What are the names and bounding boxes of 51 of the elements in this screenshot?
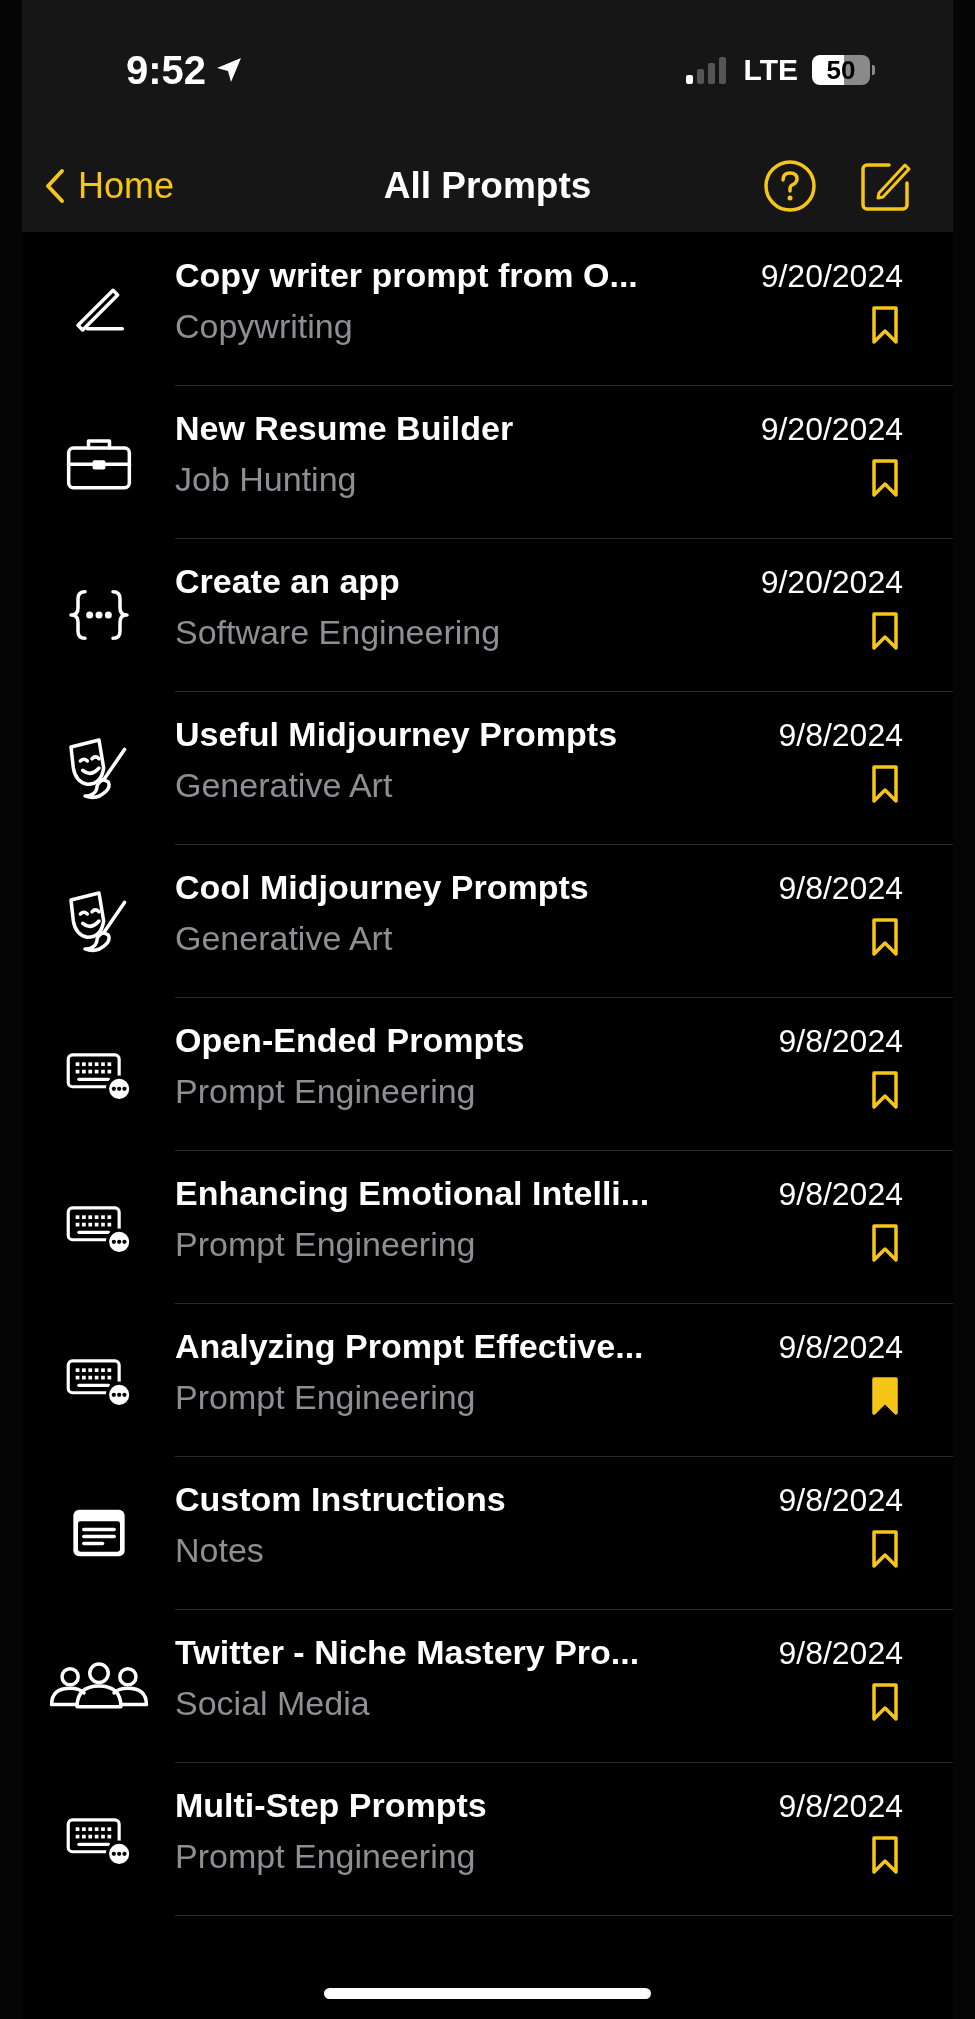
prompt-date: 9/8/2024 — [778, 1634, 903, 1672]
bookmark-icon[interactable] — [871, 916, 899, 957]
nav-title: All Prompts — [383, 165, 592, 206]
bookmark-icon[interactable] — [871, 1528, 899, 1569]
prompt-category: Software Engineering — [175, 613, 502, 652]
prompt-date: 9/8/2024 — [778, 1022, 903, 1060]
status-time: 9:52 — [126, 47, 207, 93]
bookmark-icon[interactable] — [871, 1069, 899, 1110]
prompt-title[interactable]: Enhancing Emotional Intelli... — [175, 1174, 779, 1213]
prompt-title[interactable]: Cool Midjourney Prompts — [175, 868, 779, 907]
prompt-title[interactable]: Copy writer prompt from O... — [175, 256, 761, 295]
prompt-date: 9/8/2024 — [778, 1328, 903, 1366]
prompt-category: Generative Art — [175, 766, 394, 805]
prompt-title[interactable]: Open-Ended Prompts — [175, 1021, 779, 1060]
bookmark-icon[interactable] — [871, 1222, 899, 1263]
prompt-title[interactable]: Multi-Step Prompts — [175, 1786, 779, 1825]
bookmark-icon[interactable] — [871, 457, 899, 498]
prompt-category: Prompt Engineering — [175, 1225, 477, 1264]
prompt-title[interactable]: Custom Instructions — [175, 1480, 779, 1519]
prompt-title[interactable]: Create an app — [175, 562, 761, 601]
prompt-date: 9/20/2024 — [760, 410, 903, 448]
prompt-date: 9/8/2024 — [778, 716, 903, 754]
bookmark-icon[interactable] — [871, 610, 899, 651]
prompt-date: 9/8/2024 — [778, 1481, 903, 1519]
prompt-date: 9/20/2024 — [760, 257, 903, 295]
prompt-category: Prompt Engineering — [175, 1072, 477, 1111]
prompt-date: 9/8/2024 — [778, 1787, 903, 1825]
prompt-date: 9/20/2024 — [760, 563, 903, 601]
prompt-date: 9/8/2024 — [778, 869, 903, 907]
prompt-category: Prompt Engineering — [175, 1378, 477, 1417]
bookmark-icon[interactable] — [871, 304, 899, 345]
bookmark-icon[interactable] — [871, 1375, 899, 1416]
bookmark-icon[interactable] — [871, 1834, 899, 1875]
help-icon[interactable] — [763, 159, 817, 213]
chevron-icon — [44, 167, 66, 205]
prompt-date: 9/8/2024 — [778, 1175, 903, 1213]
network-label: LTE — [743, 53, 798, 87]
prompt-category: Notes — [175, 1531, 265, 1570]
bookmark-icon[interactable] — [871, 1681, 899, 1722]
prompt-category: Generative Art — [175, 919, 394, 958]
prompt-category: Prompt Engineering — [175, 1837, 477, 1876]
prompt-category: Social Media — [175, 1684, 371, 1723]
bookmark-icon[interactable] — [871, 763, 899, 804]
prompt-title[interactable]: Analyzing Prompt Effective... — [175, 1327, 779, 1366]
prompt-category: Copywriting — [175, 307, 354, 346]
prompt-title[interactable]: New Resume Builder — [175, 409, 761, 448]
prompt-title[interactable]: Useful Midjourney Prompts — [175, 715, 779, 754]
prompt-title[interactable]: Twitter - Niche Mastery Pro... — [175, 1633, 779, 1672]
prompt-category: Job Hunting — [175, 460, 358, 499]
back-button[interactable]: Home — [40, 161, 179, 211]
battery-indicator: 50 — [812, 55, 870, 85]
